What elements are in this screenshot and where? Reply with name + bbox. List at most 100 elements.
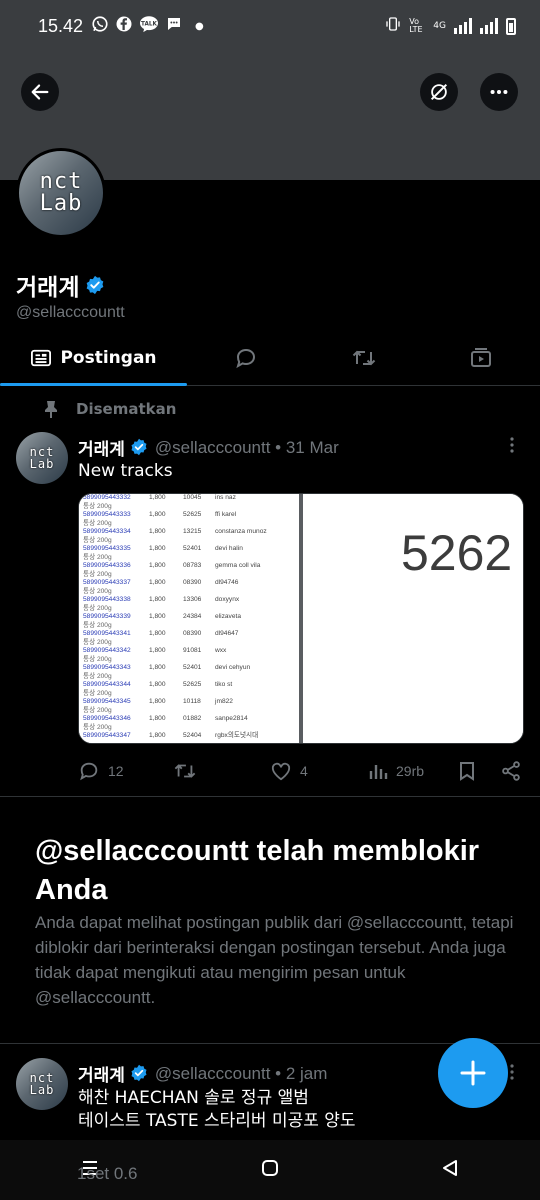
tracking-row: 5899095443346 1,800 01882 sanpe2814 통상 200g <box>83 715 295 732</box>
tracking-id: 5899095443339 <box>83 613 131 620</box>
signal-icon <box>454 18 472 34</box>
share-button[interactable] <box>500 760 522 782</box>
tracking-id: 5899095443341 <box>83 630 131 637</box>
profile-name: 거래계 <box>16 268 105 302</box>
tracking-row: 5899095443345 1,800 10118 jm822 통상 200g <box>83 698 295 715</box>
tab-replies[interactable] <box>187 330 305 385</box>
tracking-rows: 5899095443332 1,800 10045 ins naz 통상 200g 589… <box>83 494 295 743</box>
like-count: 4 <box>300 763 308 779</box>
tweet-text-line: 테이스트 TASTE 스타리버 미공포 양도 <box>78 1111 356 1131</box>
back-button[interactable] <box>21 73 59 111</box>
status-bar: 15.42 TALK ● Vo LTE 4G <box>0 0 540 52</box>
vertical-ellipsis-icon <box>510 437 514 453</box>
more-options-button[interactable] <box>480 73 518 111</box>
tweet-more-button[interactable] <box>508 436 516 459</box>
tracking-code: 13215 <box>183 528 202 535</box>
tracking-qty: 1,800 <box>149 698 166 705</box>
tracking-sub: 통상 200g <box>83 706 112 714</box>
tracking-code: 10118 <box>183 698 201 705</box>
tracking-user: tiko st <box>215 681 233 688</box>
tracking-id: 5899095443346 <box>83 715 131 722</box>
reply-button[interactable]: 12 <box>78 760 124 782</box>
tweet-media[interactable]: 5899095443332 1,800 10045 ins naz 통상 200g 589… <box>78 493 524 744</box>
verified-badge-icon <box>130 1064 150 1084</box>
pinned-label: Disematkan <box>76 400 177 418</box>
tracking-sub: 통상 200g <box>83 570 112 578</box>
views-count: 29rb <box>396 763 425 779</box>
tweet-text-line: 해찬 HAECHAN 솔로 정규 앨범 <box>78 1088 309 1108</box>
tweet-avatar[interactable]: nct Lab <box>16 1058 68 1110</box>
tracking-qty: 1,800 <box>149 511 166 518</box>
divider <box>0 796 540 797</box>
profile-handle: @sellacccountt <box>16 304 125 321</box>
tweet-actions: 12 4 29rb <box>78 758 526 784</box>
tracking-qty: 1,800 <box>149 494 166 501</box>
tracking-qty: 1,800 <box>149 647 166 654</box>
tracking-row: 5899095443342 1,800 91081 wxx 통상 200g <box>83 647 295 664</box>
tracking-code: 01882 <box>183 715 202 722</box>
tracking-row: 5899095443336 1,800 08783 gemma coll vila 통상… <box>83 562 295 579</box>
verified-badge-icon <box>130 438 150 458</box>
profile-tabs: Postingan <box>0 330 540 386</box>
triangle-back-icon <box>443 1160 457 1176</box>
system-icons: Vo LTE 4G <box>385 16 516 36</box>
repost-button[interactable] <box>173 760 205 782</box>
tracking-code: 52401 <box>183 664 202 671</box>
tracking-user: dl94746 <box>215 579 239 586</box>
tracking-code: 52625 <box>183 681 202 688</box>
tracking-sub: 통상 200g <box>83 638 112 646</box>
notification-icons: TALK ● <box>91 15 204 37</box>
tracking-sub: 통상 200g <box>83 553 112 561</box>
reposts-icon <box>352 350 375 365</box>
tweet-meta: @sellacccountt • 31 Mar <box>154 437 339 457</box>
posts-icon <box>31 349 52 366</box>
blocked-description: Anda dapat melihat postingan publik dari… <box>35 913 514 1007</box>
tracking-user: jm822 <box>215 698 233 705</box>
tracking-sub: 통상 200g <box>83 536 112 544</box>
bookmark-button[interactable] <box>458 761 476 781</box>
tracking-code: 24384 <box>183 613 202 620</box>
tracking-row: 5899095443333 1,800 52625 ffi karel 통상 200g <box>83 511 295 528</box>
grok-icon <box>430 83 448 101</box>
tracking-qty: 1,800 <box>149 732 166 739</box>
tracking-row: 5899095443335 1,800 52401 devi halin 통상 200g <box>83 545 295 562</box>
tracking-sub: 통상 200g <box>83 723 112 731</box>
tracking-code: 52625 <box>183 511 202 518</box>
back-nav-button[interactable] <box>440 1158 460 1182</box>
tracking-user: doxyynx <box>215 596 240 603</box>
compose-button[interactable] <box>438 1038 508 1108</box>
like-button[interactable]: 4 <box>270 761 308 781</box>
tracking-code: 52404 <box>183 732 202 739</box>
tracking-user: devi halin <box>215 545 243 552</box>
media-icon <box>471 347 492 367</box>
tracking-id: 5899095443347 <box>83 732 131 739</box>
media-image-list: 5899095443332 1,800 10045 ins naz 통상 200g 589… <box>79 494 299 743</box>
grok-button[interactable] <box>420 73 458 111</box>
tweet-avatar[interactable]: nct Lab <box>16 432 68 484</box>
home-button[interactable] <box>260 1158 280 1182</box>
tab-media[interactable] <box>422 330 540 385</box>
tracking-qty: 1,800 <box>149 630 166 637</box>
battery-icon <box>506 17 516 35</box>
tweet-more-button[interactable] <box>508 1063 516 1086</box>
tab-posts[interactable]: Postingan <box>0 330 187 386</box>
tracking-qty: 1,800 <box>149 681 166 688</box>
tracking-sub: 통상 200g <box>83 655 112 663</box>
profile-display-name: 거래계 <box>16 275 80 301</box>
profile-avatar[interactable]: nct Lab <box>16 148 106 238</box>
tweet-author-name[interactable]: 거래계 <box>78 1061 125 1086</box>
dot-indicator-icon: ● <box>195 20 204 32</box>
status-time: 15.42 <box>38 15 84 36</box>
views-button[interactable]: 29rb <box>368 761 424 781</box>
tracking-user: dl94647 <box>215 630 239 637</box>
tab-reposts[interactable] <box>305 330 423 385</box>
tracking-row: 5899095443339 1,800 24384 elizaveta 통상 200g <box>83 613 295 630</box>
tweet-author-name[interactable]: 거래계 <box>78 435 125 460</box>
signal-2-icon <box>480 18 498 34</box>
share-icon <box>502 761 520 781</box>
tracking-code: 13306 <box>183 596 202 603</box>
tracking-sub: 통상 200g <box>83 689 112 697</box>
tracking-qty: 1,800 <box>149 545 166 552</box>
tweet-header: 거래계 @sellacccountt • 2 jam <box>78 1061 327 1087</box>
media-image-number: 5262 <box>303 494 523 743</box>
